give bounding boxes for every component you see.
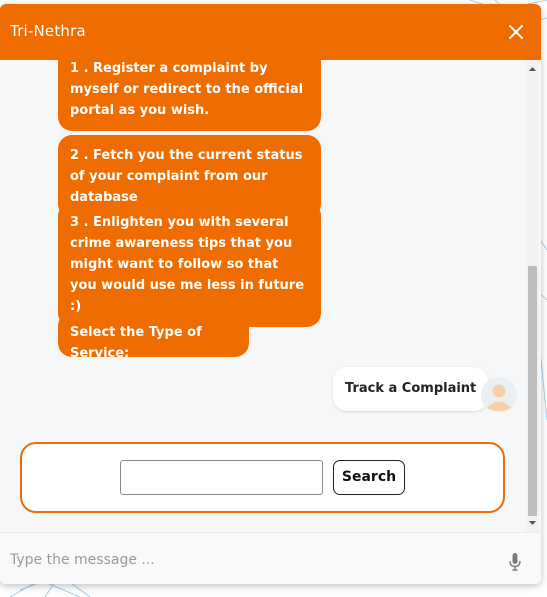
message-list[interactable]: 1 . Register a complaint by myself or re… [0, 60, 527, 532]
user-message-text: Track a Complaint [345, 381, 477, 396]
chat-header: Tri-Nethra [0, 4, 541, 60]
close-icon[interactable] [508, 24, 524, 40]
bot-message: 1 . Register a complaint by myself or re… [58, 60, 321, 131]
scrollbar[interactable] [526, 60, 539, 532]
bot-message-text: 3 . Enlighten you with several crime awa… [70, 215, 305, 314]
bot-message: 3 . Enlighten you with several crime awa… [58, 202, 321, 327]
scroll-up-arrow-icon[interactable] [526, 64, 539, 74]
bot-message-text: Select the Type of Service: [70, 325, 202, 361]
chat-title: Tri-Nethra [10, 22, 86, 40]
bot-message-text: 2 . Fetch you the current status of your… [70, 148, 303, 205]
bot-message-text: 1 . Register a complaint by myself or re… [70, 61, 304, 118]
chat-window: Tri-Nethra 1 . Register a complaint by m… [0, 4, 541, 584]
microphone-icon[interactable] [508, 552, 522, 572]
message-input[interactable]: Type the message ... [10, 549, 490, 571]
user-avatar [481, 377, 517, 413]
scrollbar-thumb[interactable] [528, 266, 537, 516]
search-button[interactable]: Search [333, 460, 405, 495]
bot-message: Select the Type of Service: [58, 312, 249, 361]
user-message: Track a Complaint [333, 367, 489, 411]
message-composer: Type the message ... [0, 532, 541, 584]
scroll-down-arrow-icon[interactable] [526, 518, 539, 528]
search-input[interactable] [120, 460, 323, 495]
search-card: Search [20, 442, 505, 513]
